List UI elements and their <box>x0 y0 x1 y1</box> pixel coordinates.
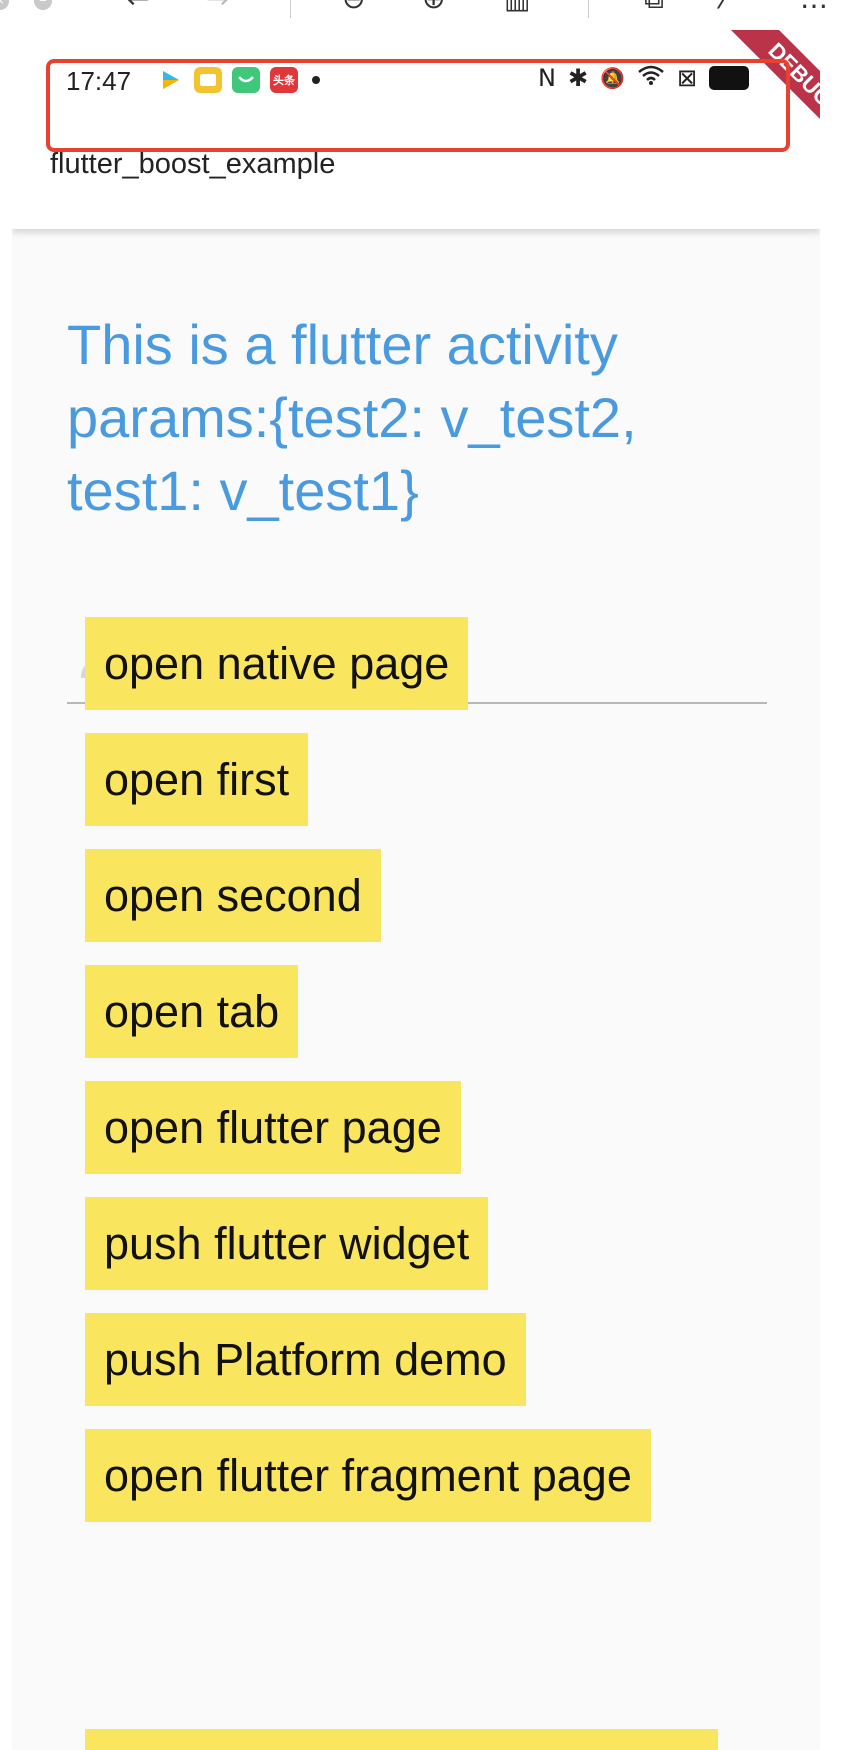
fit-page-icon[interactable]: ▥ <box>504 0 530 14</box>
toolbar-divider <box>290 0 291 18</box>
more-icon[interactable]: … <box>800 0 828 14</box>
open-native-page-button[interactable]: open native page <box>85 617 469 710</box>
push-flutter-widget-button[interactable]: push flutter widget <box>85 1197 489 1290</box>
push-platform-demo-button[interactable]: push Platform demo <box>85 1313 526 1406</box>
back-icon[interactable]: ← <box>126 0 149 14</box>
open-first-button[interactable]: open first <box>85 733 309 826</box>
forward-icon[interactable]: → <box>206 0 229 14</box>
toolbar-divider <box>588 0 589 18</box>
minimize-icon[interactable]: − <box>34 0 52 10</box>
close-icon[interactable]: × <box>0 0 9 10</box>
open-second-button[interactable]: open second <box>85 849 381 942</box>
zoom-out-icon[interactable]: ⊖ <box>342 0 365 14</box>
phone-screen: 17:47 头条 N ✱ 🔕 ⊠ flutter_boost_example D… <box>12 30 820 1750</box>
open-tab-button[interactable]: open tab <box>85 965 299 1058</box>
zoom-in-icon[interactable]: ⊕ <box>422 0 445 14</box>
partially-visible-button[interactable] <box>85 1729 718 1750</box>
open-flutter-page-button[interactable]: open flutter page <box>85 1081 461 1174</box>
page-headline: This is a flutter activity params:{test2… <box>67 313 637 522</box>
rotate-icon[interactable]: ⧉ <box>644 0 664 14</box>
open-flutter-fragment-page-button[interactable]: open flutter fragment page <box>85 1429 651 1522</box>
magic-wand-icon[interactable]: ⁄ <box>722 0 727 14</box>
viewer-toolbar: × − ← → ⊖ ⊕ ▥ ⧉ ⁄ … <box>0 0 862 24</box>
app-title: flutter_boost_example <box>50 148 336 180</box>
status-bar-highlight <box>46 59 790 152</box>
